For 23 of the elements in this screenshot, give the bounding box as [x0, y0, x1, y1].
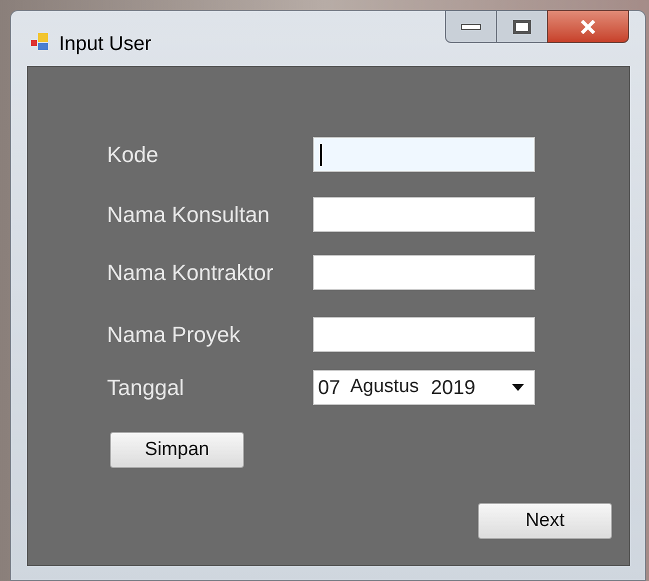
- field-label: Tanggal: [107, 374, 186, 402]
- date-picker[interactable]: 07 Agustus 2019: [313, 370, 535, 405]
- save-button[interactable]: Simpan: [110, 432, 244, 468]
- field-label: Nama Konsultan: [107, 201, 271, 229]
- close-icon: [580, 20, 596, 34]
- input-field[interactable]: [313, 197, 535, 232]
- field-label: Nama Proyek: [107, 321, 242, 349]
- field-label: Nama Kontraktor: [107, 259, 274, 287]
- text-caret: [320, 144, 322, 166]
- maximize-button[interactable]: [497, 10, 547, 43]
- window-title: Input User: [59, 32, 152, 57]
- month-text: Agustus: [350, 375, 419, 400]
- day-text: 07: [318, 376, 340, 400]
- input-field[interactable]: [313, 255, 535, 290]
- input-field[interactable]: [313, 137, 535, 172]
- year-text: 2019: [430, 376, 476, 400]
- app-icon: [31, 33, 51, 51]
- field-label: Kode: [107, 141, 160, 169]
- input-field[interactable]: [313, 317, 535, 352]
- close-button[interactable]: [547, 10, 629, 43]
- dropdown-arrow-icon[interactable]: [512, 384, 524, 391]
- minimize-button[interactable]: [445, 10, 497, 43]
- next-button[interactable]: Next: [478, 503, 612, 539]
